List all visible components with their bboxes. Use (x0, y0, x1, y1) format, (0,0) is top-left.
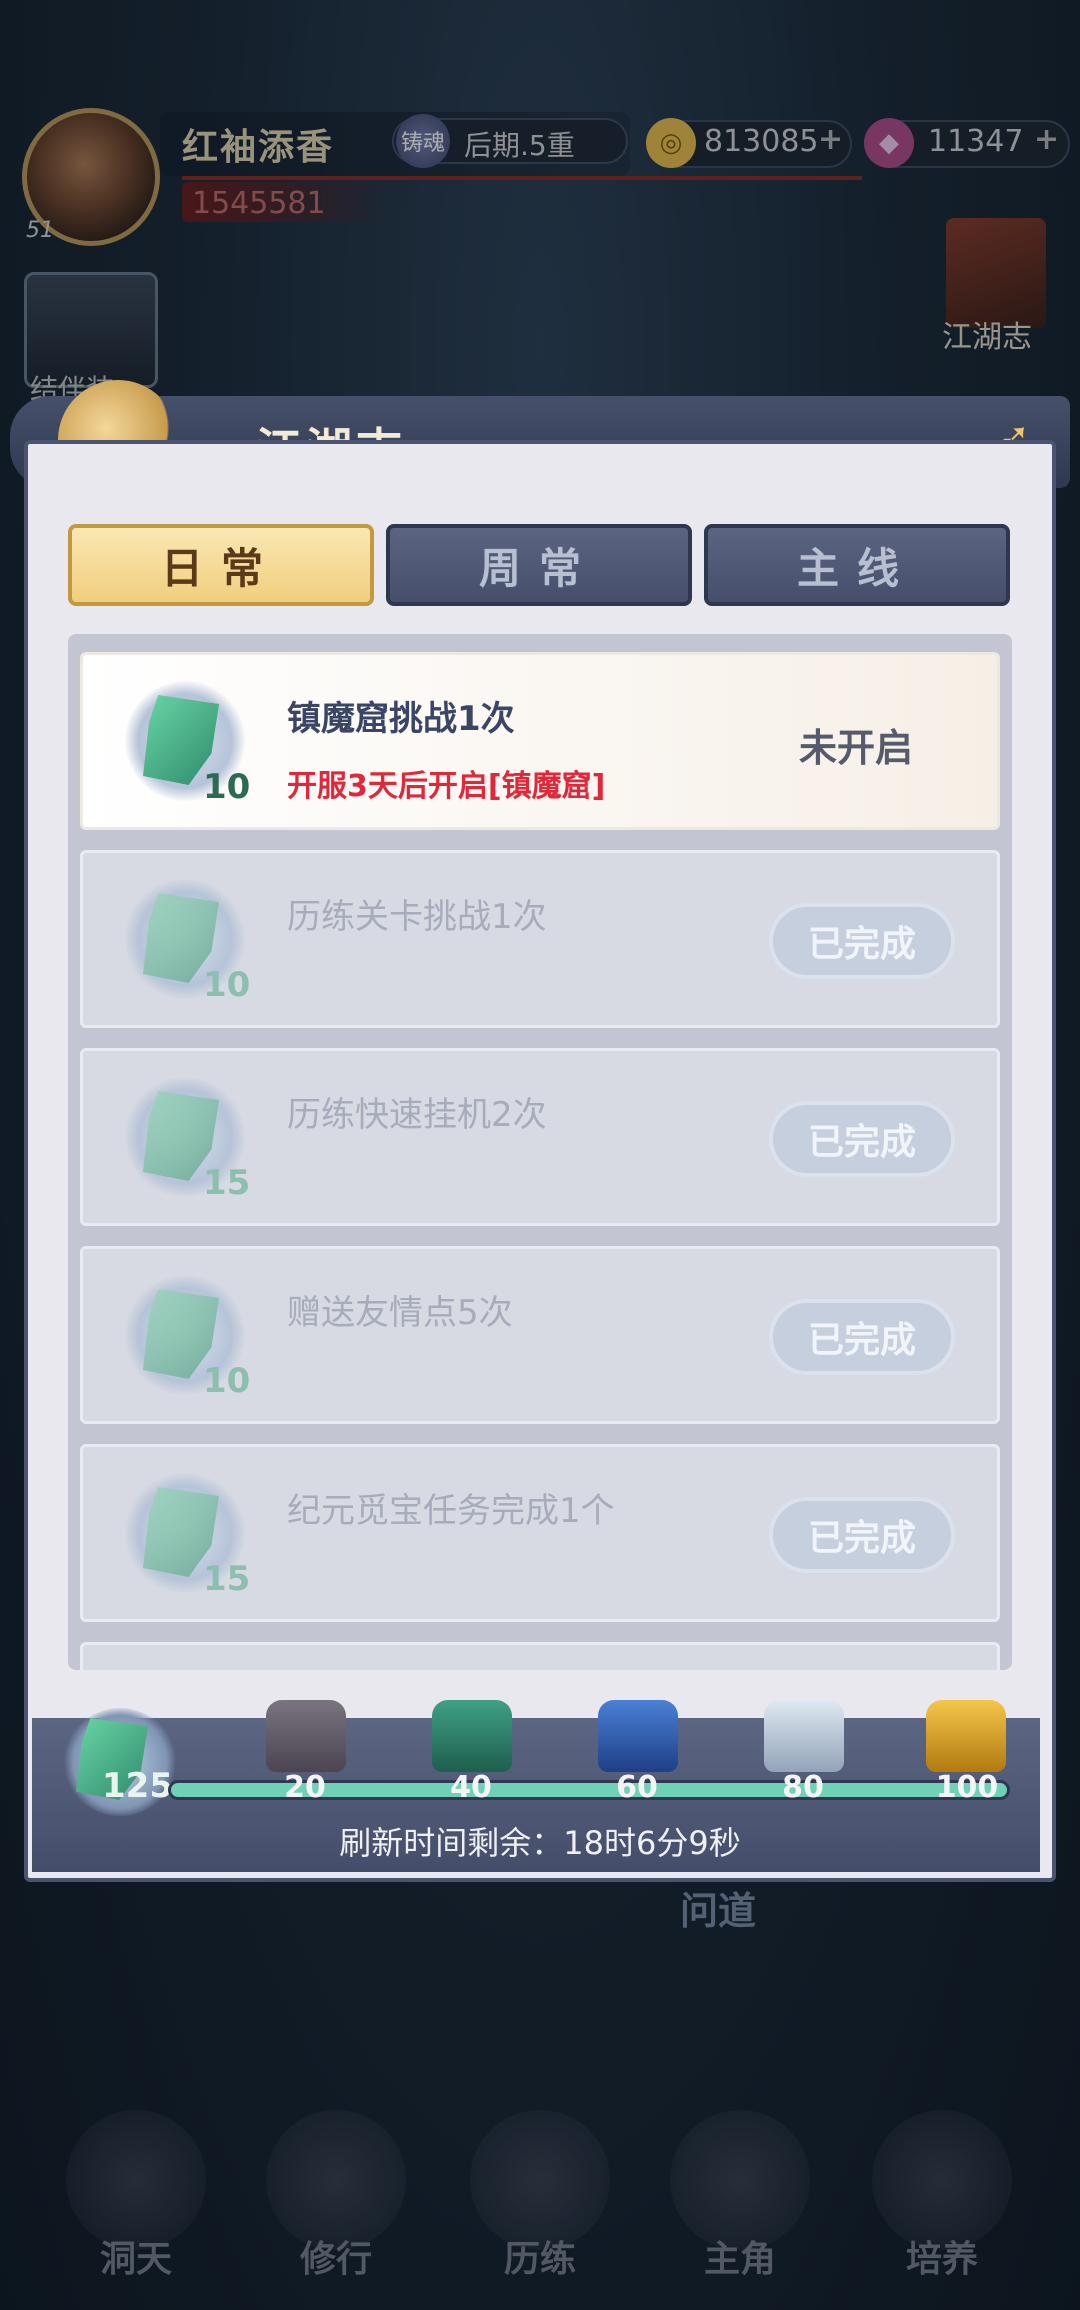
reward-chest-20[interactable] (266, 1700, 346, 1772)
milestone-label: 40 (450, 1770, 492, 1805)
milestone-label: 20 (284, 1770, 326, 1805)
task-completed-button[interactable]: 已完成 (769, 1299, 955, 1375)
task-title: 历练关卡挑战1次 (287, 897, 547, 937)
task-completed-button[interactable]: 已完成 (769, 903, 955, 979)
task-row: 10 赠送友情点5次 已完成 (80, 1246, 1000, 1424)
task-status: 未开启 (799, 726, 914, 770)
reward-amount: 15 (203, 1163, 251, 1203)
reward-amount: 10 (203, 1361, 251, 1401)
tab-main-quest[interactable]: 主线 (704, 524, 1010, 606)
reward-chest-40[interactable] (432, 1700, 512, 1772)
task-completed-button[interactable]: 已完成 (769, 1101, 955, 1177)
tab-weekly[interactable]: 周常 (386, 524, 692, 606)
reward-amount: 15 (203, 1559, 251, 1599)
reward-chest-60[interactable] (598, 1700, 678, 1772)
task-unlock-hint: 开服3天后开启[镇魔窟] (287, 769, 606, 804)
reward-chest-100[interactable] (926, 1700, 1006, 1772)
task-title: 历练快速挂机2次 (287, 1095, 547, 1135)
milestone-label: 80 (782, 1770, 824, 1805)
task-title: 镇魔窟挑战1次 (287, 699, 515, 739)
task-title: 纪元觅宝任务完成1个 (287, 1491, 615, 1531)
task-completed-button[interactable]: 已完成 (769, 1497, 955, 1573)
task-title: 赠送友情点5次 (287, 1293, 513, 1333)
refresh-countdown: 刷新时间剩余：18时6分9秒 (339, 1824, 741, 1862)
task-row-partial (80, 1642, 1000, 1670)
task-row: 10 镇魔窟挑战1次 开服3天后开启[镇魔窟] 未开启 (80, 652, 1000, 830)
task-list[interactable]: 10 镇魔窟挑战1次 开服3天后开启[镇魔窟] 未开启 10 历练关卡挑战1次 … (68, 634, 1012, 1670)
task-row: 10 历练关卡挑战1次 已完成 (80, 850, 1000, 1028)
milestone-label: 60 (616, 1770, 658, 1805)
milestone-label: 100 (935, 1770, 999, 1805)
reward-amount: 10 (203, 767, 251, 807)
reward-chest-80[interactable] (764, 1700, 844, 1772)
reward-amount: 10 (203, 965, 251, 1005)
task-row: 15 纪元觅宝任务完成1个 已完成 (80, 1444, 1000, 1622)
task-row: 15 历练快速挂机2次 已完成 (80, 1048, 1000, 1226)
tab-daily[interactable]: 日常 (68, 524, 374, 606)
activity-points: 125 (102, 1766, 173, 1806)
